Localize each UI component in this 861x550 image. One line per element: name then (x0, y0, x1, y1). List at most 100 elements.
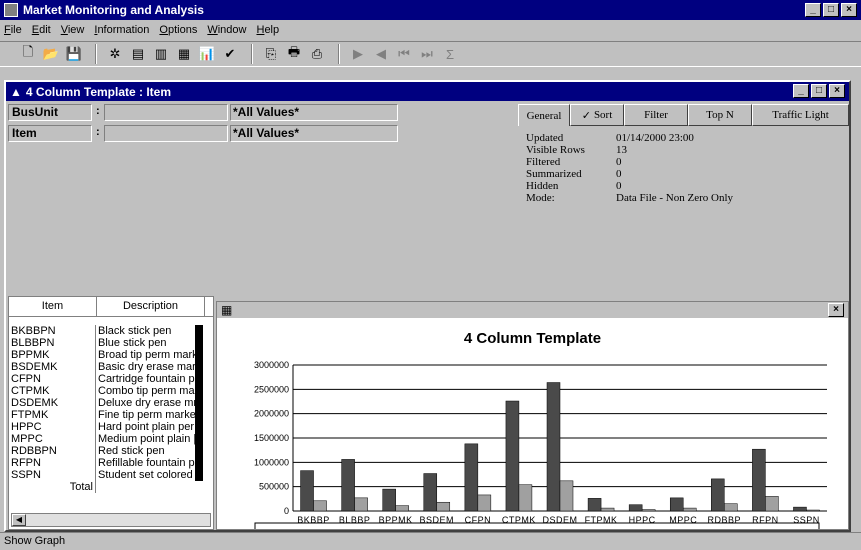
column-edge (195, 373, 203, 385)
info-key: Visible Rows (526, 144, 585, 156)
table-row[interactable]: BSDEMK Basic dry erase mar (9, 361, 213, 373)
child-titlebar: ▲ 4 Column Template : Item _ □ × (6, 82, 849, 101)
menu-window[interactable]: Window (207, 24, 246, 36)
check-icon[interactable]: ✔ (220, 44, 240, 64)
warning-icon: ▲ (10, 84, 22, 99)
info-key: Summarized (526, 168, 582, 180)
child-maximize-button[interactable]: □ (811, 84, 827, 98)
bar (395, 505, 409, 512)
column-edge (195, 433, 203, 445)
description-cell: Broad tip perm mark (98, 349, 195, 361)
scroll-left-icon[interactable]: ◀ (12, 514, 26, 526)
print-icon[interactable]: 🖶 (284, 44, 304, 64)
tab-general[interactable]: General (518, 104, 570, 126)
filter-label-busunit: BusUnit (8, 104, 92, 121)
layout-icon[interactable]: ▤ (128, 44, 148, 64)
child-minimize-button[interactable]: _ (793, 84, 809, 98)
wizard-icon[interactable]: ✲ (105, 44, 125, 64)
sum-icon[interactable]: Σ (440, 44, 460, 64)
info-value: Data File - Non Zero Only (616, 192, 733, 204)
info-row: Visible Rows 13 (526, 144, 841, 156)
bar (641, 509, 656, 512)
table-row[interactable]: BPPMK Broad tip perm mark (9, 349, 213, 361)
tab-topn[interactable]: Top N (688, 104, 752, 126)
column-edge (195, 445, 203, 457)
graph-view-icon[interactable]: 📊 (197, 44, 217, 64)
grid-view-icon[interactable]: ▦ (174, 44, 194, 64)
horizontal-scrollbar[interactable]: ◀ (11, 513, 211, 527)
tab-filter[interactable]: Filter (624, 104, 688, 126)
last-icon[interactable]: ⏭ (417, 44, 437, 64)
menu-help[interactable]: Help (256, 24, 279, 36)
item-code-cell: HPPC (9, 421, 96, 433)
item-code-cell: CFPN (9, 373, 96, 385)
menu-options[interactable]: Options (159, 24, 197, 36)
filter-label-item: Item (8, 125, 92, 142)
menu-view[interactable]: View (61, 24, 85, 36)
description-cell: Black stick pen (98, 325, 172, 337)
description-cell: Medium point plain | (98, 433, 195, 445)
new-icon[interactable]: 🗋 (18, 44, 38, 64)
column-edge (195, 349, 203, 361)
back-icon[interactable]: ◀ (371, 44, 391, 64)
info-key: Hidden (526, 180, 559, 192)
first-icon[interactable]: ⏮ (394, 44, 414, 64)
column-edge (195, 421, 203, 433)
info-key: Filtered (526, 156, 561, 168)
column-header-item[interactable]: Item (9, 297, 97, 316)
column-header-description[interactable]: Description (97, 297, 205, 316)
open-icon[interactable]: 📂 (41, 44, 61, 64)
table-row[interactable]: BKBBPN Black stick pen (9, 325, 213, 337)
export-icon[interactable]: ⎙ (307, 44, 327, 64)
bar (806, 509, 820, 512)
item-value[interactable]: *All Values* (230, 125, 398, 142)
table-row[interactable]: MPPC Medium point plain | (9, 433, 213, 445)
graph-close-button[interactable]: × (828, 303, 844, 317)
tab-traffic-light[interactable]: Traffic Light (752, 104, 849, 126)
item-code-cell: FTPMK (9, 409, 96, 421)
table-row[interactable]: HPPC Hard point plain per (9, 421, 213, 433)
table-row[interactable]: CTPMK Combo tip perm mar (9, 385, 213, 397)
child-window: ▲ 4 Column Template : Item _ □ × BusUnit… (4, 80, 851, 548)
table-row[interactable]: DSDEMK Deluxe dry erase mr (9, 397, 213, 409)
bar (518, 484, 533, 512)
bar-chart: 4 Column Template 0 500000 1000000 1500000 20… (254, 330, 827, 548)
item-code-cell: BKBBPN (9, 325, 96, 337)
item-code-cell: RDBBPN (9, 445, 96, 457)
play-icon[interactable]: ▶ (348, 44, 368, 64)
table-row[interactable]: BLBBPN Blue stick pen (9, 337, 213, 349)
info-row: Summarized 0 (526, 168, 841, 180)
total-label: Total (9, 481, 96, 493)
menu-edit[interactable]: Edit (32, 24, 51, 36)
copy-icon[interactable]: ⎘ (261, 44, 281, 64)
status-bar: Show Graph (0, 532, 861, 550)
minimize-button[interactable]: _ (805, 3, 821, 17)
column-edge (195, 397, 203, 409)
item-code-cell: SSPN (9, 469, 96, 481)
y-tick-label: 2500000 (254, 384, 289, 394)
busunit-value[interactable]: *All Values* (230, 104, 398, 121)
item-code-cell: RFPN (9, 457, 96, 469)
busunit-input[interactable] (104, 104, 228, 121)
table-row[interactable]: RDBBPN Red stick pen (9, 445, 213, 457)
tab-sort[interactable]: ✓ Sort (570, 104, 624, 126)
child-close-button[interactable]: × (829, 84, 845, 98)
table-row[interactable]: FTPMK Fine tip perm marke (9, 409, 213, 421)
table-row[interactable]: RFPN Refillable fountain p (9, 457, 213, 469)
tab-sort-label: Sort (593, 109, 613, 121)
save-icon[interactable]: 💾 (64, 44, 84, 64)
table-row[interactable]: CFPN Cartridge fountain p (9, 373, 213, 385)
table-row[interactable]: SSPN Student set colored (9, 469, 213, 481)
graph-window: ▦ × 4 Column Template 0 500000 1000000 15000… (216, 301, 849, 548)
report-icon[interactable]: ▥ (151, 44, 171, 64)
close-button[interactable]: × (841, 3, 857, 17)
app-title: Market Monitoring and Analysis (23, 3, 204, 17)
description-cell: Deluxe dry erase mr (98, 397, 195, 409)
y-tick-label: 0 (284, 506, 289, 516)
maximize-button[interactable]: □ (823, 3, 839, 17)
description-cell: Cartridge fountain p (98, 373, 195, 385)
item-input[interactable] (104, 125, 228, 142)
item-code-cell: BSDEMK (9, 361, 96, 373)
menu-file[interactable]: File (4, 24, 22, 36)
menu-information[interactable]: Information (94, 24, 149, 36)
